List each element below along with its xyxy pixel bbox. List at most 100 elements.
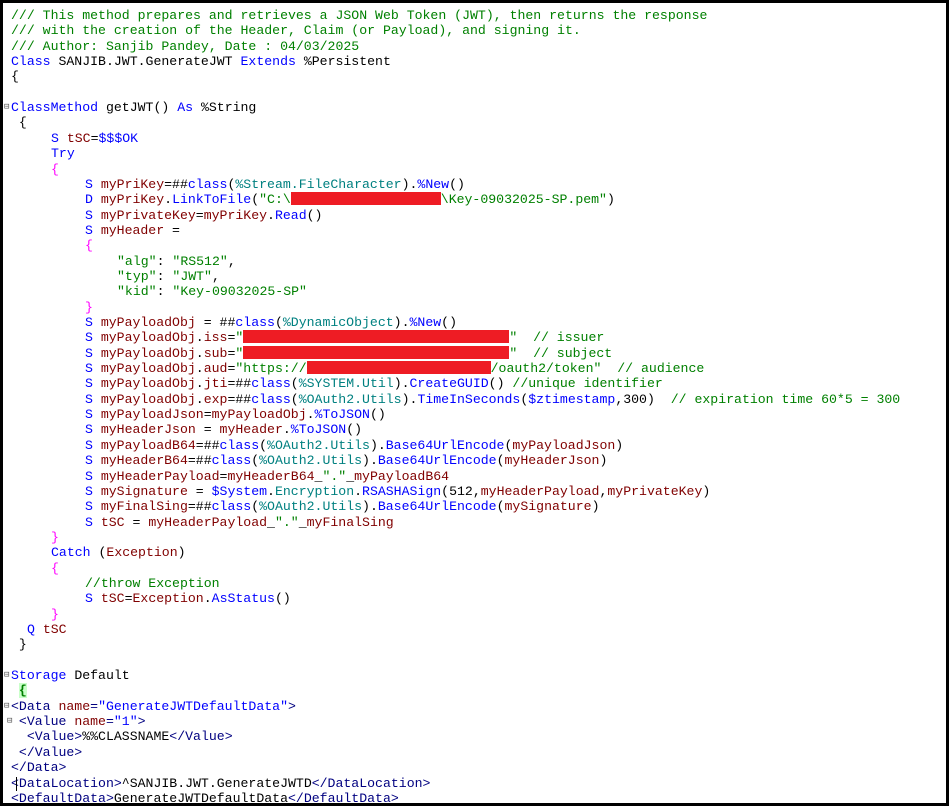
code-line[interactable]: S myFinalSing=##class(%OAuth2.Utils).Bas…: [85, 499, 599, 514]
code-token: myHeader: [219, 422, 283, 438]
code-line[interactable]: {: [51, 561, 59, 576]
code-line[interactable]: ⊟ <Value name="1">: [7, 714, 146, 729]
code-token: ).: [369, 437, 386, 453]
code-token: ): [606, 192, 615, 208]
code-line[interactable]: ⊟ <Data name="GenerateJWTDefaultData">: [4, 698, 296, 714]
redaction-block: [290, 192, 441, 206]
code-line[interactable]: Class SANJIB.JWT.GenerateJWT Extends %Pe…: [11, 54, 391, 69]
code-token: <Data: [11, 698, 59, 714]
fold-toggle-icon[interactable]: ⊟: [4, 100, 9, 115]
code-token: {: [51, 161, 59, 177]
code-token: =: [90, 698, 99, 714]
code-line[interactable]: {: [51, 162, 59, 177]
fold-toggle-icon[interactable]: ⊟: [7, 714, 12, 729]
code-token: =: [124, 514, 149, 530]
code-line[interactable]: {: [11, 115, 27, 130]
code-line[interactable]: S myHeader =: [85, 223, 180, 238]
code-token: (: [251, 453, 260, 469]
code-line[interactable]: S tSC=Exception.AsStatus(): [85, 591, 291, 606]
code-line[interactable]: S myPayloadJson=myPayloadObj.%ToJSON(): [85, 407, 386, 422]
code-line[interactable]: <DefaultData>GenerateJWTDefaultData</Def…: [11, 791, 399, 803]
code-line[interactable]: }: [51, 530, 59, 545]
code-line[interactable]: "alg": "RS512",: [117, 254, 236, 269]
code-token: myFinalSing: [306, 514, 394, 530]
code-line[interactable]: S myPayloadB64=##class(%OAuth2.Utils).Ba…: [85, 438, 623, 453]
code-token: mySignature: [504, 499, 592, 515]
code-token: class: [187, 176, 228, 192]
code-editor[interactable]: /// This method prepares and retrieves a…: [3, 3, 946, 803]
code-token: %SYSTEM.Util: [298, 376, 394, 392]
code-line[interactable]: S myPayloadObj.iss=" " // issuer: [85, 330, 604, 345]
code-line[interactable]: {: [85, 238, 93, 253]
code-token: :: [156, 268, 173, 284]
code-token: ): [702, 483, 711, 499]
code-line[interactable]: ⊟ Storage Default: [4, 668, 130, 684]
code-line[interactable]: S myPrivateKey=myPriKey.Read(): [85, 208, 322, 223]
code-line[interactable]: Q tSC: [27, 622, 67, 637]
code-line[interactable]: ⊟ ClassMethod getJWT() As %String: [4, 100, 256, 116]
code-token: myPayloadB64: [100, 437, 196, 453]
code-token: LinkToFile: [172, 192, 252, 208]
code-token: myHeaderJson: [504, 453, 600, 469]
fold-toggle-icon[interactable]: ⊟: [4, 699, 9, 714]
code-line[interactable]: S myPayloadObj.exp=##class(%OAuth2.Utils…: [85, 392, 900, 407]
code-line[interactable]: </Value>: [11, 745, 82, 760]
code-token: .: [195, 345, 204, 361]
code-token: myPayloadObj: [100, 361, 196, 377]
code-editor-frame: /// This method prepares and retrieves a…: [0, 0, 949, 806]
code-token: =##: [187, 453, 212, 469]
code-line[interactable]: }: [51, 607, 59, 622]
code-token: Try: [51, 146, 75, 162]
code-line[interactable]: }: [11, 637, 27, 652]
code-token: myHeaderJson: [100, 422, 196, 438]
code-line[interactable]: S myHeaderJson = myHeader.%ToJSON(): [85, 422, 362, 437]
code-token: Base64UrlEncode: [377, 499, 497, 515]
code-line[interactable]: Try: [51, 146, 75, 161]
code-token: Base64UrlEncode: [385, 437, 505, 453]
code-line[interactable]: <Value>%%CLASSNAME</Value>: [11, 729, 233, 744]
code-token: name: [58, 698, 91, 714]
code-line[interactable]: S mySignature = $System.Encryption.RSASH…: [85, 484, 710, 499]
code-token: class: [211, 453, 252, 469]
code-token: S: [85, 207, 101, 223]
code-line[interactable]: <DataLocation>^SANJIB.JWT.GenerateJWTD</…: [11, 776, 430, 791]
code-line[interactable]: "kid": "Key-09032025-SP": [117, 284, 307, 299]
code-token: S: [85, 222, 101, 238]
code-line[interactable]: </Data>: [11, 760, 66, 775]
code-line[interactable]: S myPayloadObj.jti=##class(%SYSTEM.Util)…: [85, 376, 663, 391]
code-token: myPayloadObj: [100, 376, 196, 392]
code-line[interactable]: /// This method prepares and retrieves a…: [11, 8, 707, 23]
code-token: myPriKey: [100, 176, 165, 192]
code-line[interactable]: S myHeaderPayload=myHeaderB64_"."_myPayl…: [85, 469, 449, 484]
code-token: D: [85, 192, 101, 208]
code-line[interactable]: /// with the creation of the Header, Cla…: [11, 23, 581, 38]
code-line[interactable]: //throw Exception: [85, 576, 220, 591]
code-line[interactable]: /// Author: Sanjib Pandey, Date : 04/03/…: [11, 39, 359, 54]
code-line[interactable]: S myHeaderB64=##class(%OAuth2.Utils).Bas…: [85, 453, 607, 468]
code-line[interactable]: "typ": "JWT",: [117, 269, 220, 284]
code-line[interactable]: }: [85, 300, 93, 315]
code-line[interactable]: S myPriKey=##class(%Stream.FileCharacter…: [85, 177, 465, 192]
code-token: myHeaderB64: [100, 453, 188, 469]
code-token: As: [177, 100, 201, 116]
code-line[interactable]: S tSC=$$$OK: [51, 131, 138, 146]
code-token: {: [11, 115, 27, 131]
fold-toggle-icon[interactable]: ⊟: [4, 668, 9, 683]
code-token: AsStatus: [211, 591, 275, 607]
code-token: \Key-09032025-SP.pem": [440, 192, 607, 208]
code-line[interactable]: S myPayloadObj.aud="https:///oauth2/toke…: [85, 361, 704, 376]
code-line[interactable]: S myPayloadObj = ##class(%DynamicObject)…: [85, 315, 457, 330]
code-line[interactable]: {: [11, 683, 27, 699]
code-token: Default: [74, 668, 130, 684]
code-token: S: [85, 468, 101, 484]
code-line[interactable]: S myPayloadObj.sub=" " // subject: [85, 345, 612, 361]
code-line[interactable]: S tSC = myHeaderPayload_"."_myFinalSing: [85, 515, 394, 530]
code-token: myPayloadJson: [100, 407, 204, 423]
code-token: %OAuth2.Utils: [259, 499, 363, 515]
code-line[interactable]: Catch (Exception): [51, 545, 186, 560]
code-line[interactable]: D myPriKey.LinkToFile("C:\ \Key-09032025-…: [85, 192, 615, 207]
code-token: ".": [274, 514, 299, 530]
code-token: ": [235, 330, 244, 346]
code-line[interactable]: {: [11, 69, 19, 84]
